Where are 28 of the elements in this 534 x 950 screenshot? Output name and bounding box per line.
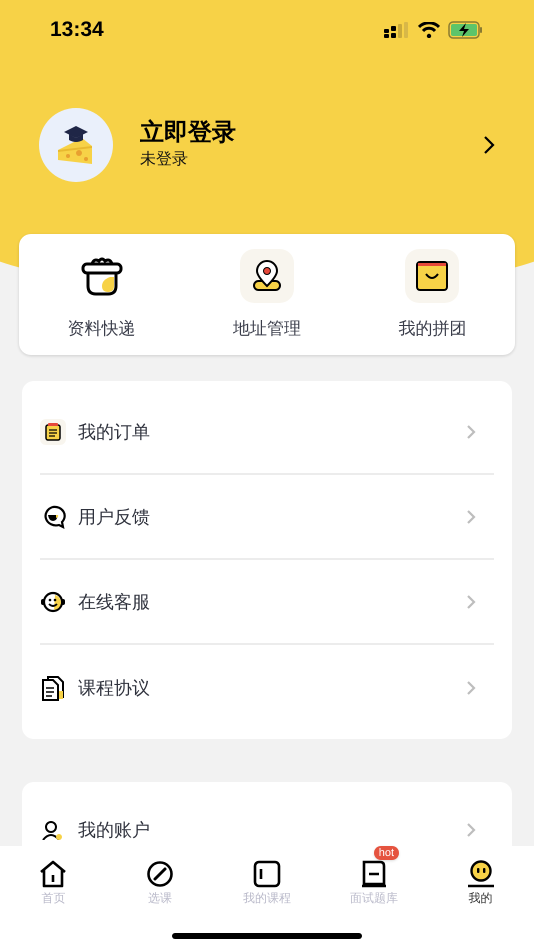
location-pin-icon	[240, 249, 294, 303]
quick-action-label[interactable]: 我的拼团	[398, 317, 466, 341]
login-title[interactable]: 立即登录	[140, 118, 483, 148]
chevron-right-icon[interactable]	[483, 135, 495, 155]
menu-item-label[interactable]: 我的订单	[78, 418, 466, 444]
book-icon	[360, 860, 388, 888]
tab[interactable]: 我的	[466, 860, 496, 906]
documents-icon	[41, 674, 65, 700]
battery-charging-icon	[448, 21, 484, 39]
shopping-bag-icon	[405, 249, 460, 303]
home-icon	[38, 860, 68, 888]
basket-icon	[80, 256, 124, 296]
menu-item-label[interactable]: 在线客服	[78, 588, 466, 614]
person-icon	[41, 820, 65, 840]
smiley-icon	[466, 860, 496, 888]
square-icon	[252, 860, 281, 888]
wifi-icon	[418, 22, 440, 38]
quick-action-label[interactable]: 资料快递	[68, 317, 136, 341]
quick-action-label[interactable]: 地址管理	[232, 317, 301, 341]
signal-icon	[384, 22, 410, 38]
notepad-icon	[40, 418, 66, 444]
menu-item-label[interactable]: 用户反馈	[78, 504, 466, 530]
login-status: 未登录	[140, 150, 189, 170]
hot-badge: hot	[374, 846, 400, 860]
menu-item-label[interactable]: 我的账户	[78, 817, 466, 843]
menu-item-label[interactable]: 课程协议	[78, 674, 466, 700]
compass-icon	[146, 860, 174, 888]
status-time: 13:34	[50, 17, 104, 44]
